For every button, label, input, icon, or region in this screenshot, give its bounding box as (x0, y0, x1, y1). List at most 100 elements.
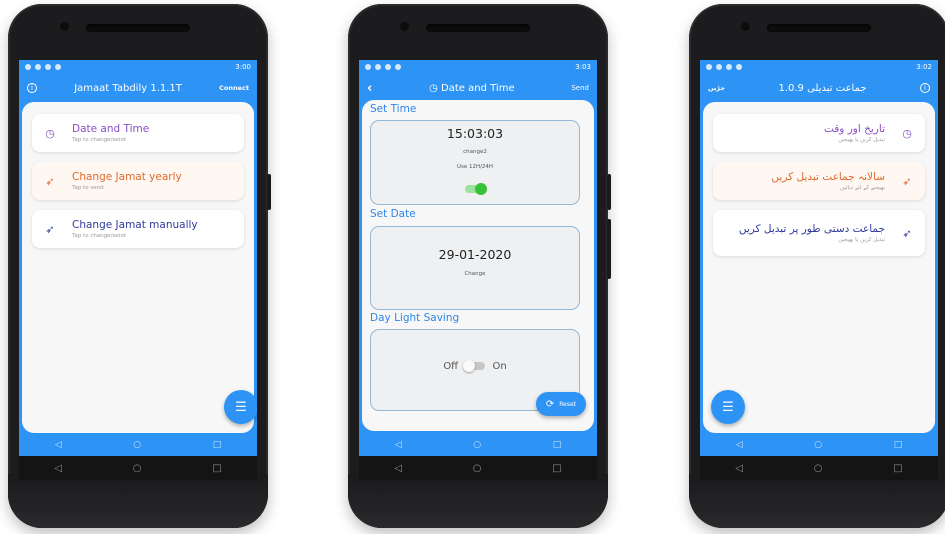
status-time: 3:00 (235, 63, 251, 71)
soft-nav-bar: ◁ ○ □ (19, 433, 257, 456)
set-date-heading: Set Date (370, 208, 416, 220)
menu-item-date-time[interactable]: ◷ تاریخ اور وقت تبدیل کریں یا بھیجیں (713, 114, 925, 152)
info-icon[interactable]: i (920, 83, 930, 93)
soft-nav-bar: ◁ ○ □ (359, 433, 597, 456)
dst-heading: Day Light Saving (370, 312, 460, 324)
menu-item-change-manually[interactable]: ➶ جماعت دستی طور پر تبدیل کریں تبدیل کری… (713, 210, 925, 256)
send-button[interactable]: Send (571, 84, 589, 92)
menu-item-subtitle: Tap to change/send (72, 137, 126, 143)
home-nav-icon[interactable]: ○ (814, 463, 823, 474)
dst-off-label: Off (443, 361, 459, 372)
menu-item-label: جماعت دستی طور پر تبدیل کریں (738, 223, 885, 235)
app-title: ◷ Date and Time (372, 83, 571, 94)
time-value: 15:03:03 (446, 126, 504, 141)
phone3-screen: 3:02 جڑیں جماعت تبدیلی 1.0.9 i ◷ تاریخ ا… (700, 60, 938, 456)
back-nav-icon[interactable]: ◁ (54, 463, 62, 474)
set-time-box: 15:03:03 change2 Use 12H/24H (370, 120, 580, 205)
volume-button (607, 219, 611, 279)
set-time-heading: Set Time (370, 103, 417, 115)
menu-item-subtitle: تبدیل کریں یا بھیجیں (838, 237, 885, 243)
phone2-screen: 3:03 ‹ ◷ Date and Time Send Set Time 15:… (359, 60, 597, 456)
home-nav-icon[interactable]: ○ (814, 440, 822, 450)
paper-plane-icon: ➶ (902, 174, 912, 188)
recents-nav-icon[interactable]: □ (553, 440, 562, 450)
front-camera (60, 22, 69, 31)
back-nav-icon[interactable]: ◁ (735, 463, 743, 474)
recents-nav-icon[interactable]: □ (552, 463, 561, 474)
hardware-nav-bar: ◁ ○ □ (700, 456, 938, 480)
dst-on-label: On (492, 361, 507, 372)
back-nav-icon[interactable]: ◁ (395, 440, 402, 450)
recents-nav-icon[interactable]: □ (213, 440, 222, 450)
home-nav-icon[interactable]: ○ (473, 440, 481, 450)
screenshot-stage: 3:00 i Jamaat Tabdily 1.1.1T Connect ◷ D… (0, 0, 945, 534)
menu-item-subtitle: تبدیل کریں یا بھیجیں (838, 137, 885, 143)
change-date-button[interactable]: Change (371, 271, 579, 277)
info-icon[interactable]: i (27, 83, 37, 93)
time-format-toggle[interactable] (371, 178, 579, 197)
app-bar: جڑیں جماعت تبدیلی 1.0.9 i (700, 74, 938, 102)
clock-icon: ◷ (45, 126, 55, 140)
set-date-box: 29-01-2020 Change (370, 226, 580, 310)
status-bar: 3:02 (700, 60, 938, 74)
connect-button[interactable]: Connect (219, 84, 249, 92)
phone-speaker (426, 24, 530, 32)
reset-button[interactable]: ⟳ Reset (535, 392, 586, 416)
menu-item-label: سالانہ جماعت تبدیل کریں (771, 171, 885, 183)
front-camera (400, 22, 409, 31)
clock-icon: ◷ (902, 126, 912, 140)
menu-item-change-yearly[interactable]: ➶ Change Jamat yearly Tap to send (32, 162, 244, 200)
phone-urdu-home: 3:02 جڑیں جماعت تبدیلی 1.0.9 i ◷ تاریخ ا… (689, 4, 945, 528)
paper-plane-icon: ➶ (45, 222, 55, 236)
menu-icon: ☰ (235, 399, 247, 415)
time-format-label: Use 12H/24H (456, 164, 494, 170)
home-nav-icon[interactable]: ○ (133, 440, 141, 450)
status-bar: 3:00 (19, 60, 257, 74)
menu-list: ◷ تاریخ اور وقت تبدیل کریں یا بھیجیں ➶ س… (703, 102, 935, 433)
menu-item-change-yearly[interactable]: ➶ سالانہ جماعت تبدیل کریں بھیجنے کے لئے … (713, 162, 925, 200)
home-nav-icon[interactable]: ○ (133, 463, 142, 474)
menu-item-subtitle: Tap to change/send (72, 233, 126, 239)
back-nav-icon[interactable]: ◁ (394, 463, 402, 474)
dst-toggle-row: Off On (371, 360, 579, 372)
home-nav-icon[interactable]: ○ (473, 463, 482, 474)
paper-plane-icon: ➶ (45, 174, 55, 188)
refresh-icon: ⟳ (545, 398, 555, 410)
menu-item-date-time[interactable]: ◷ Date and Time Tap to change/send (32, 114, 244, 152)
menu-icon: ☰ (722, 399, 734, 415)
recents-nav-icon[interactable]: □ (212, 463, 221, 474)
recents-nav-icon[interactable]: □ (894, 440, 903, 450)
clock-icon: ◷ (429, 82, 438, 94)
power-button (607, 174, 611, 210)
change-time-button[interactable]: change2 (371, 149, 579, 155)
menu-fab-button[interactable]: ☰ (224, 390, 257, 424)
menu-item-label: Date and Time (72, 123, 150, 135)
reset-label: Reset (559, 400, 576, 408)
screen-title: Date and Time (441, 82, 515, 94)
phone-english-home: 3:00 i Jamaat Tabdily 1.1.1T Connect ◷ D… (8, 4, 271, 528)
menu-item-label: تاریخ اور وقت (823, 123, 885, 135)
dst-toggle[interactable] (463, 360, 486, 372)
phone-speaker (86, 24, 190, 32)
app-bar: i Jamaat Tabdily 1.1.1T Connect (19, 74, 257, 102)
app-bar: ‹ ◷ Date and Time Send (359, 74, 597, 102)
back-nav-icon[interactable]: ◁ (55, 440, 62, 450)
app-title: Jamaat Tabdily 1.1.1T (74, 82, 182, 94)
menu-item-label: Change Jamat yearly (72, 171, 182, 183)
date-time-settings: Set Time 15:03:03 change2 Use 12H/24H Se… (362, 100, 594, 431)
menu-item-change-manually[interactable]: ➶ Change Jamat manually Tap to change/se… (32, 210, 244, 248)
app-title: جماعت تبدیلی 1.0.9 (778, 82, 867, 94)
front-camera (741, 22, 750, 31)
soft-nav-bar: ◁ ○ □ (700, 433, 938, 456)
hardware-nav-bar: ◁ ○ □ (19, 456, 257, 480)
back-nav-icon[interactable]: ◁ (736, 440, 743, 450)
connect-button[interactable]: جڑیں (708, 84, 725, 92)
menu-list: ◷ Date and Time Tap to change/send ➶ Cha… (22, 102, 257, 433)
status-bar: 3:03 (359, 60, 597, 74)
phone-date-time: 3:03 ‹ ◷ Date and Time Send Set Time 15:… (348, 4, 611, 528)
power-button (267, 174, 271, 210)
menu-item-label: Change Jamat manually (72, 219, 198, 231)
recents-nav-icon[interactable]: □ (893, 463, 902, 474)
menu-item-subtitle: بھیجنے کے لئے دبائیں (840, 185, 885, 191)
menu-fab-button[interactable]: ☰ (711, 390, 745, 424)
